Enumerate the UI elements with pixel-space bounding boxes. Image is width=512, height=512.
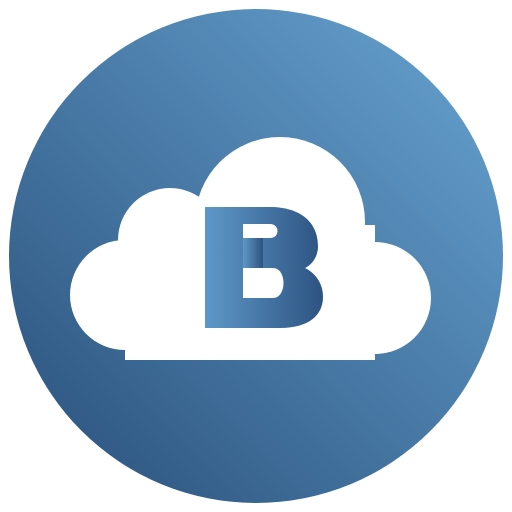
- app-icon-svg: [9, 9, 503, 503]
- logo-letter-notch: [243, 238, 263, 268]
- app-icon: [0, 0, 512, 512]
